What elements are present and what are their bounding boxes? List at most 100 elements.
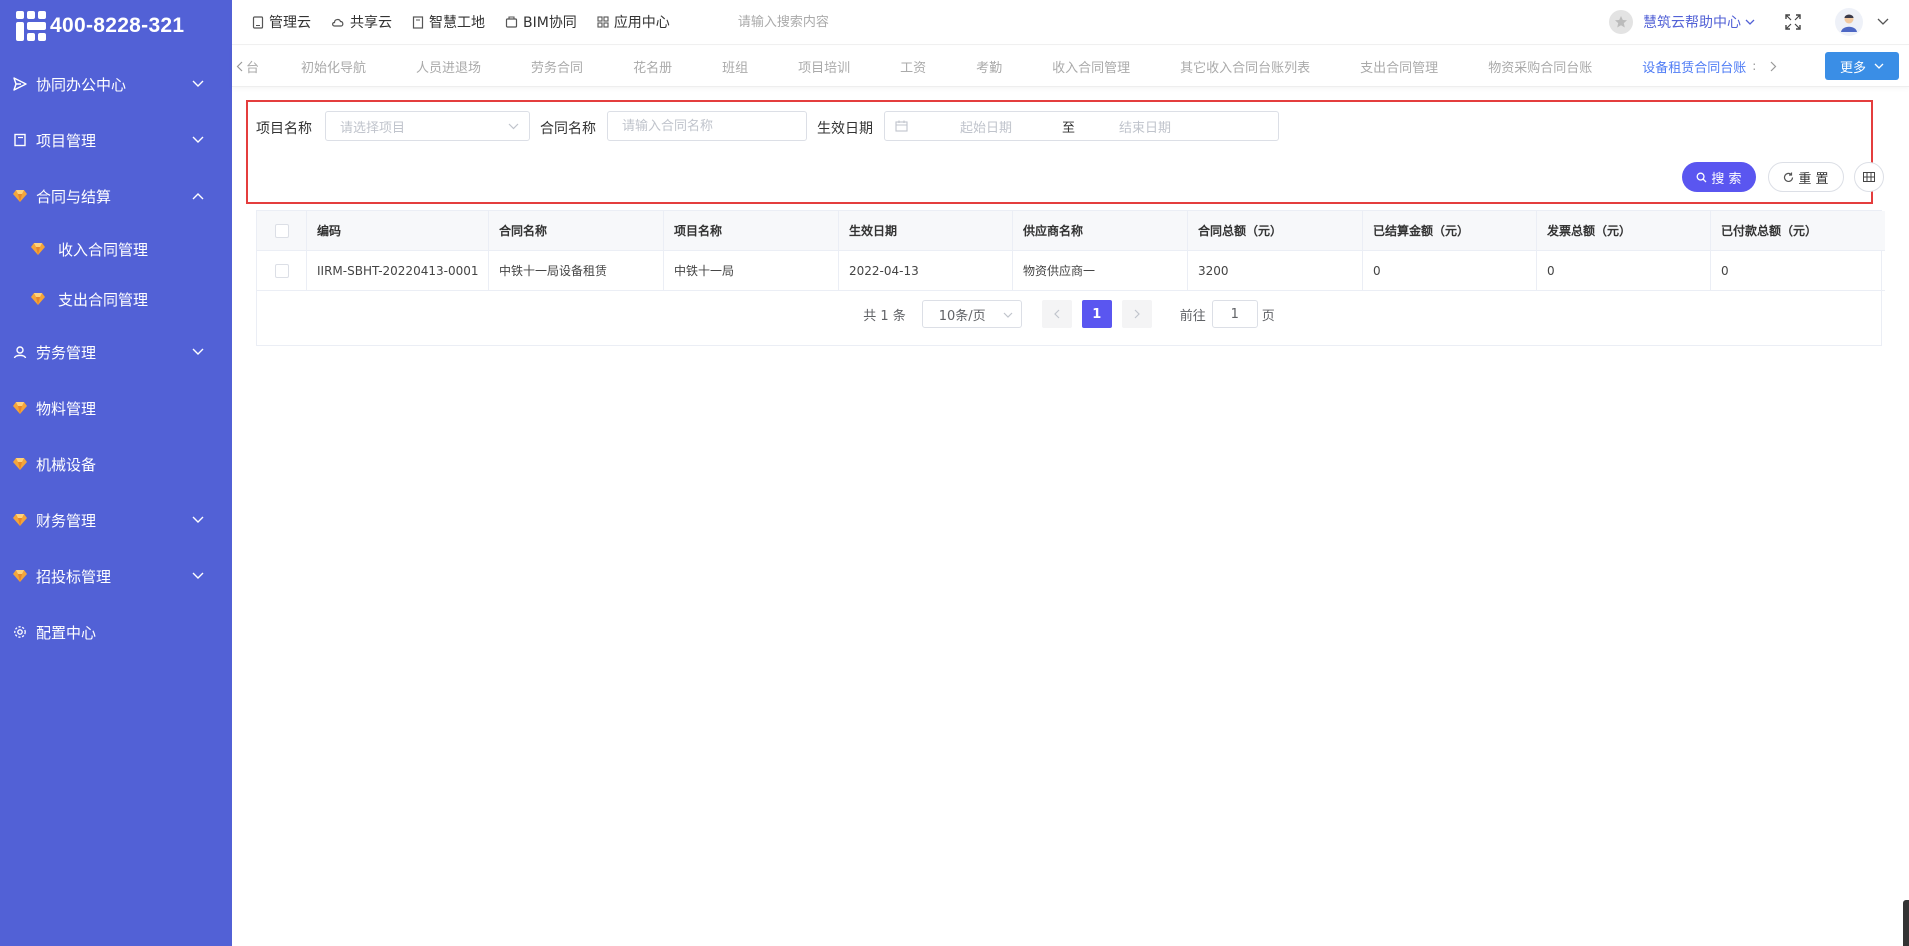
tab-roster[interactable]: 花名册 [633,57,672,76]
more-label: 更多 [1839,60,1866,76]
page-size-select[interactable]: 10条/页 [921,300,1022,328]
search-icon [1696,172,1707,182]
sidebar-item-labor[interactable]: 劳务管理 [0,324,232,380]
sidebar-item-label: 物料管理 [36,399,97,418]
row-checkbox[interactable] [275,263,289,278]
user-menu[interactable] [1835,8,1889,36]
gem-icon [30,291,46,307]
column-header-project-name[interactable]: 项目名称 [664,211,839,251]
tab-equipment-lease-ledger[interactable]: 设备租赁合同台账 [1642,57,1746,76]
chevron-left-icon [1053,309,1060,319]
tab-expense-contract[interactable]: 支出合同管理 [1360,57,1438,76]
tab-attendance[interactable]: 考勤 [976,57,1002,76]
table-grid-icon [1863,172,1875,182]
gem-icon [12,568,28,584]
global-search-input[interactable] [735,13,940,31]
select-all-checkbox[interactable] [275,223,289,238]
table-row[interactable]: IIRM-SBHT-20220413-0001 中铁十一局设备租赁 中铁十一局 … [257,251,1885,291]
sidebar-item-config[interactable]: 配置中心 [0,604,232,660]
sidebar-subitem-expense-contract[interactable]: 支出合同管理 [0,274,232,324]
sidebar-item-machinery[interactable]: 机械设备 [0,436,232,492]
gem-icon [12,400,28,416]
column-header-effective-date[interactable]: 生效日期 [839,211,1013,251]
tab-other-income-ledger[interactable]: 其它收入合同台账列表 [1180,57,1310,76]
topnav-label: 应用中心 [613,15,670,31]
cell-code: IIRM-SBHT-20220413-0001 [307,251,489,291]
tab-0[interactable]: 台 [246,57,259,76]
chevron-up-icon [192,190,204,202]
sidebar-item-office[interactable]: 协同办公中心 [0,56,232,112]
topnav-smart-site[interactable]: 智慧工地 [412,12,485,32]
grid-icon [597,16,609,28]
tabs-bar: 台 初始化导航 人员进退场 劳务合同 花名册 班组 项目培训 工资 考勤 收入合… [232,46,1909,87]
tab-init-nav[interactable]: 初始化导航 [301,57,366,76]
cell-effective-date: 2022-04-13 [839,251,1013,291]
chevron-down-icon [1745,19,1755,25]
gem-icon [12,456,28,472]
column-header-paid-total[interactable]: 已付款总额（元） [1711,211,1885,251]
column-header-invoice-total[interactable]: 发票总额（元） [1537,211,1711,251]
tab-labor-contract[interactable]: 劳务合同 [531,57,583,76]
tab-material-purchase-ledger[interactable]: 物资采购合同台账 [1488,57,1592,76]
page-number-current[interactable]: 1 [1081,300,1112,328]
column-header-settled-amount[interactable]: 已结算金额（元） [1363,211,1537,251]
effective-date-range[interactable]: 起始日期 至 结束日期 [884,111,1279,141]
topnav-app-center[interactable]: 应用中心 [597,12,670,32]
sidebar-item-material[interactable]: 物料管理 [0,380,232,436]
goto-label: 前往 [1179,308,1206,324]
filter-panel: 项目名称 请选择项目 合同名称 生效日期 起始日期 至 结束日期 搜 索 重 置 [246,100,1884,204]
book-icon [412,15,424,29]
topnav-label: 管理云 [269,15,311,31]
sidebar-menu: 协同办公中心 项目管理 合同与结算 收入合同管理 支出合同管理 劳务管理 物料管… [0,56,232,660]
tab-wages[interactable]: 工资 [900,57,926,76]
column-header-supplier[interactable]: 供应商名称 [1013,211,1188,251]
sidebar-item-finance[interactable]: 财务管理 [0,492,232,548]
project-select[interactable]: 请选择项目 [325,111,530,141]
next-page-button[interactable] [1121,300,1152,328]
tab-team[interactable]: 班组 [722,57,748,76]
pagination: 共 1 条 10条/页 1 前往 页 [257,299,1881,329]
topnav-management-cloud[interactable]: 管理云 [252,12,311,32]
tab-close-icon[interactable]: : [1752,59,1756,73]
column-settings-button[interactable] [1854,162,1884,192]
topnav-shared-cloud[interactable]: 共享云 [331,12,392,32]
sidebar-subitem-income-contract[interactable]: 收入合同管理 [0,224,232,274]
project-name-label: 项目名称 [256,121,312,137]
column-header-contract-name[interactable]: 合同名称 [489,211,664,251]
box-icon [505,16,518,28]
row-select [257,251,307,291]
brand[interactable]: 400-8228-321 [0,0,232,52]
column-header-total-amount[interactable]: 合同总额（元） [1188,211,1363,251]
chevron-down-icon [192,78,204,90]
help-center-link[interactable]: 慧筑云帮助中心 [1609,10,1755,34]
goto-page-input[interactable] [1211,300,1258,328]
tab-income-contract[interactable]: 收入合同管理 [1052,57,1130,76]
sidebar-item-project[interactable]: 项目管理 [0,112,232,168]
contract-name-input[interactable] [607,111,807,141]
column-header-code[interactable]: 编码 [307,211,489,251]
search-button[interactable]: 搜 索 [1682,162,1756,192]
topnav-bim[interactable]: BIM协同 [505,12,577,32]
tabs-scroll-left-icon[interactable] [232,61,246,72]
scrollbar-thumb[interactable] [1903,900,1909,946]
sidebar-item-bidding[interactable]: 招投标管理 [0,548,232,604]
cell-invoice-total: 0 [1537,251,1711,291]
tab-training[interactable]: 项目培训 [798,57,850,76]
user-icon [12,344,28,360]
gem-icon [30,241,46,257]
effective-date-label: 生效日期 [817,121,873,137]
fullscreen-icon[interactable] [1785,14,1801,30]
start-date-placeholder[interactable]: 起始日期 [960,117,1012,136]
prev-page-button[interactable] [1041,300,1072,328]
reset-button[interactable]: 重 置 [1768,162,1844,192]
page-suffix: 页 [1261,308,1275,324]
page-size-value: 10条/页 [938,308,986,324]
end-date-placeholder[interactable]: 结束日期 [1119,117,1171,136]
more-tabs-button[interactable]: 更多 [1825,52,1899,80]
sidebar-subitem-label: 收入合同管理 [58,240,149,259]
tab-personnel[interactable]: 人员进退场 [416,57,481,76]
help-avatar-icon [1609,10,1633,34]
tablet-icon [252,15,264,29]
sidebar-item-contract[interactable]: 合同与结算 [0,168,232,224]
tabs-scroll-right-icon[interactable] [1766,61,1780,72]
